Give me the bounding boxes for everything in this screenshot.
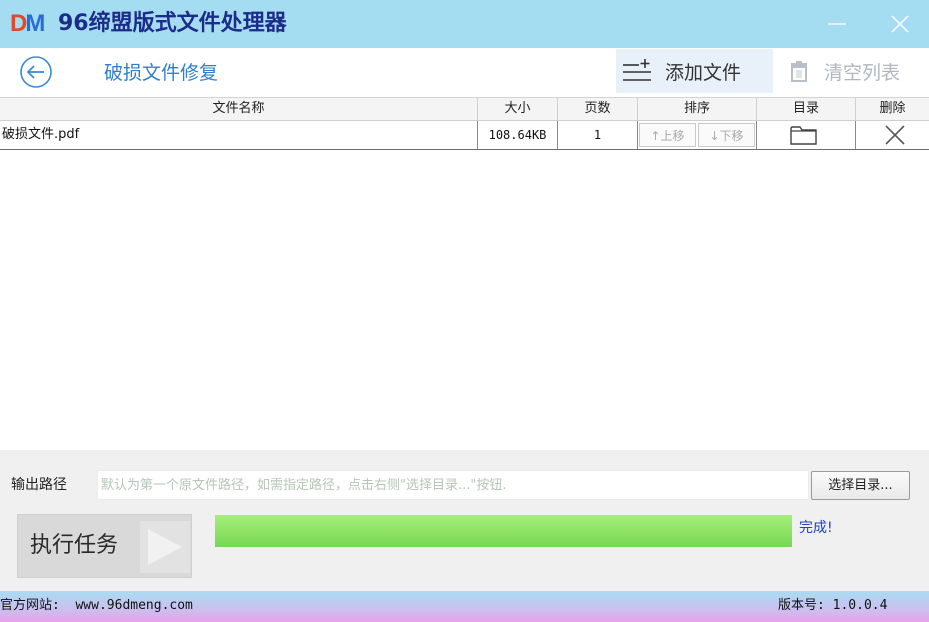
app-logo: DM: [10, 10, 45, 37]
table-row[interactable]: 破损文件.pdf 108.64KB 1 ↑上移 ↓下移: [0, 121, 929, 150]
column-header-order: 排序: [638, 98, 757, 120]
file-size-cell: 108.64KB: [478, 121, 558, 149]
website-text: 官方网站: www.96dmeng.com: [0, 598, 193, 613]
progress-bar-fill: [215, 515, 792, 547]
execute-task-label: 执行任务: [30, 533, 119, 558]
minimize-button[interactable]: [808, 0, 866, 48]
add-list-icon: [623, 59, 651, 81]
column-header-name: 文件名称: [0, 98, 478, 120]
delete-cell: [856, 121, 929, 149]
back-arrow-icon: [20, 56, 52, 88]
app-title: 96缔盟版式文件处理器: [58, 11, 287, 36]
title-bar: DM 96缔盟版式文件处理器: [0, 0, 929, 48]
move-up-button[interactable]: ↑上移: [639, 123, 696, 147]
table-header: 文件名称 大小 页数 排序 目录 删除: [0, 98, 929, 121]
close-button[interactable]: [871, 0, 929, 48]
choose-directory-button[interactable]: 选择目录...: [811, 471, 910, 500]
version-text: 版本号: 1.0.0.4: [778, 598, 888, 613]
trash-icon: [791, 61, 807, 82]
column-header-directory: 目录: [757, 98, 856, 120]
execute-task-button[interactable]: 执行任务: [17, 514, 192, 578]
add-file-button[interactable]: 添加文件: [616, 49, 773, 93]
add-file-label: 添加文件: [665, 61, 742, 84]
file-name-cell: 破损文件.pdf: [0, 121, 478, 149]
column-header-pages: 页数: [558, 98, 638, 120]
page-title: 破损文件修复: [104, 62, 219, 84]
minimize-icon: [828, 23, 846, 25]
progress-bar: [215, 515, 792, 547]
status-bar: 官方网站: www.96dmeng.com 版本号: 1.0.0.4: [0, 591, 929, 622]
delete-x-icon[interactable]: [884, 124, 906, 146]
clear-list-button[interactable]: 清空列表: [786, 49, 926, 93]
close-icon: [891, 15, 909, 33]
output-path-label: 输出路径: [11, 477, 67, 493]
file-table: 文件名称 大小 页数 排序 目录 删除 破损文件.pdf 108.64KB 1 …: [0, 97, 929, 450]
folder-icon[interactable]: [790, 125, 817, 145]
output-path-input[interactable]: [97, 470, 809, 500]
play-icon: [140, 521, 190, 573]
move-down-button[interactable]: ↓下移: [698, 123, 755, 147]
back-button[interactable]: [19, 55, 53, 89]
status-text: 完成!: [799, 520, 833, 536]
directory-cell: [757, 121, 856, 149]
page-count-cell: 1: [558, 121, 638, 149]
column-header-size: 大小: [478, 98, 558, 120]
toolbar: 破损文件修复 添加文件 清空列表: [0, 48, 929, 97]
column-header-delete: 删除: [879, 101, 906, 116]
clear-list-label: 清空列表: [824, 61, 901, 84]
order-cell: ↑上移 ↓下移: [638, 121, 757, 149]
